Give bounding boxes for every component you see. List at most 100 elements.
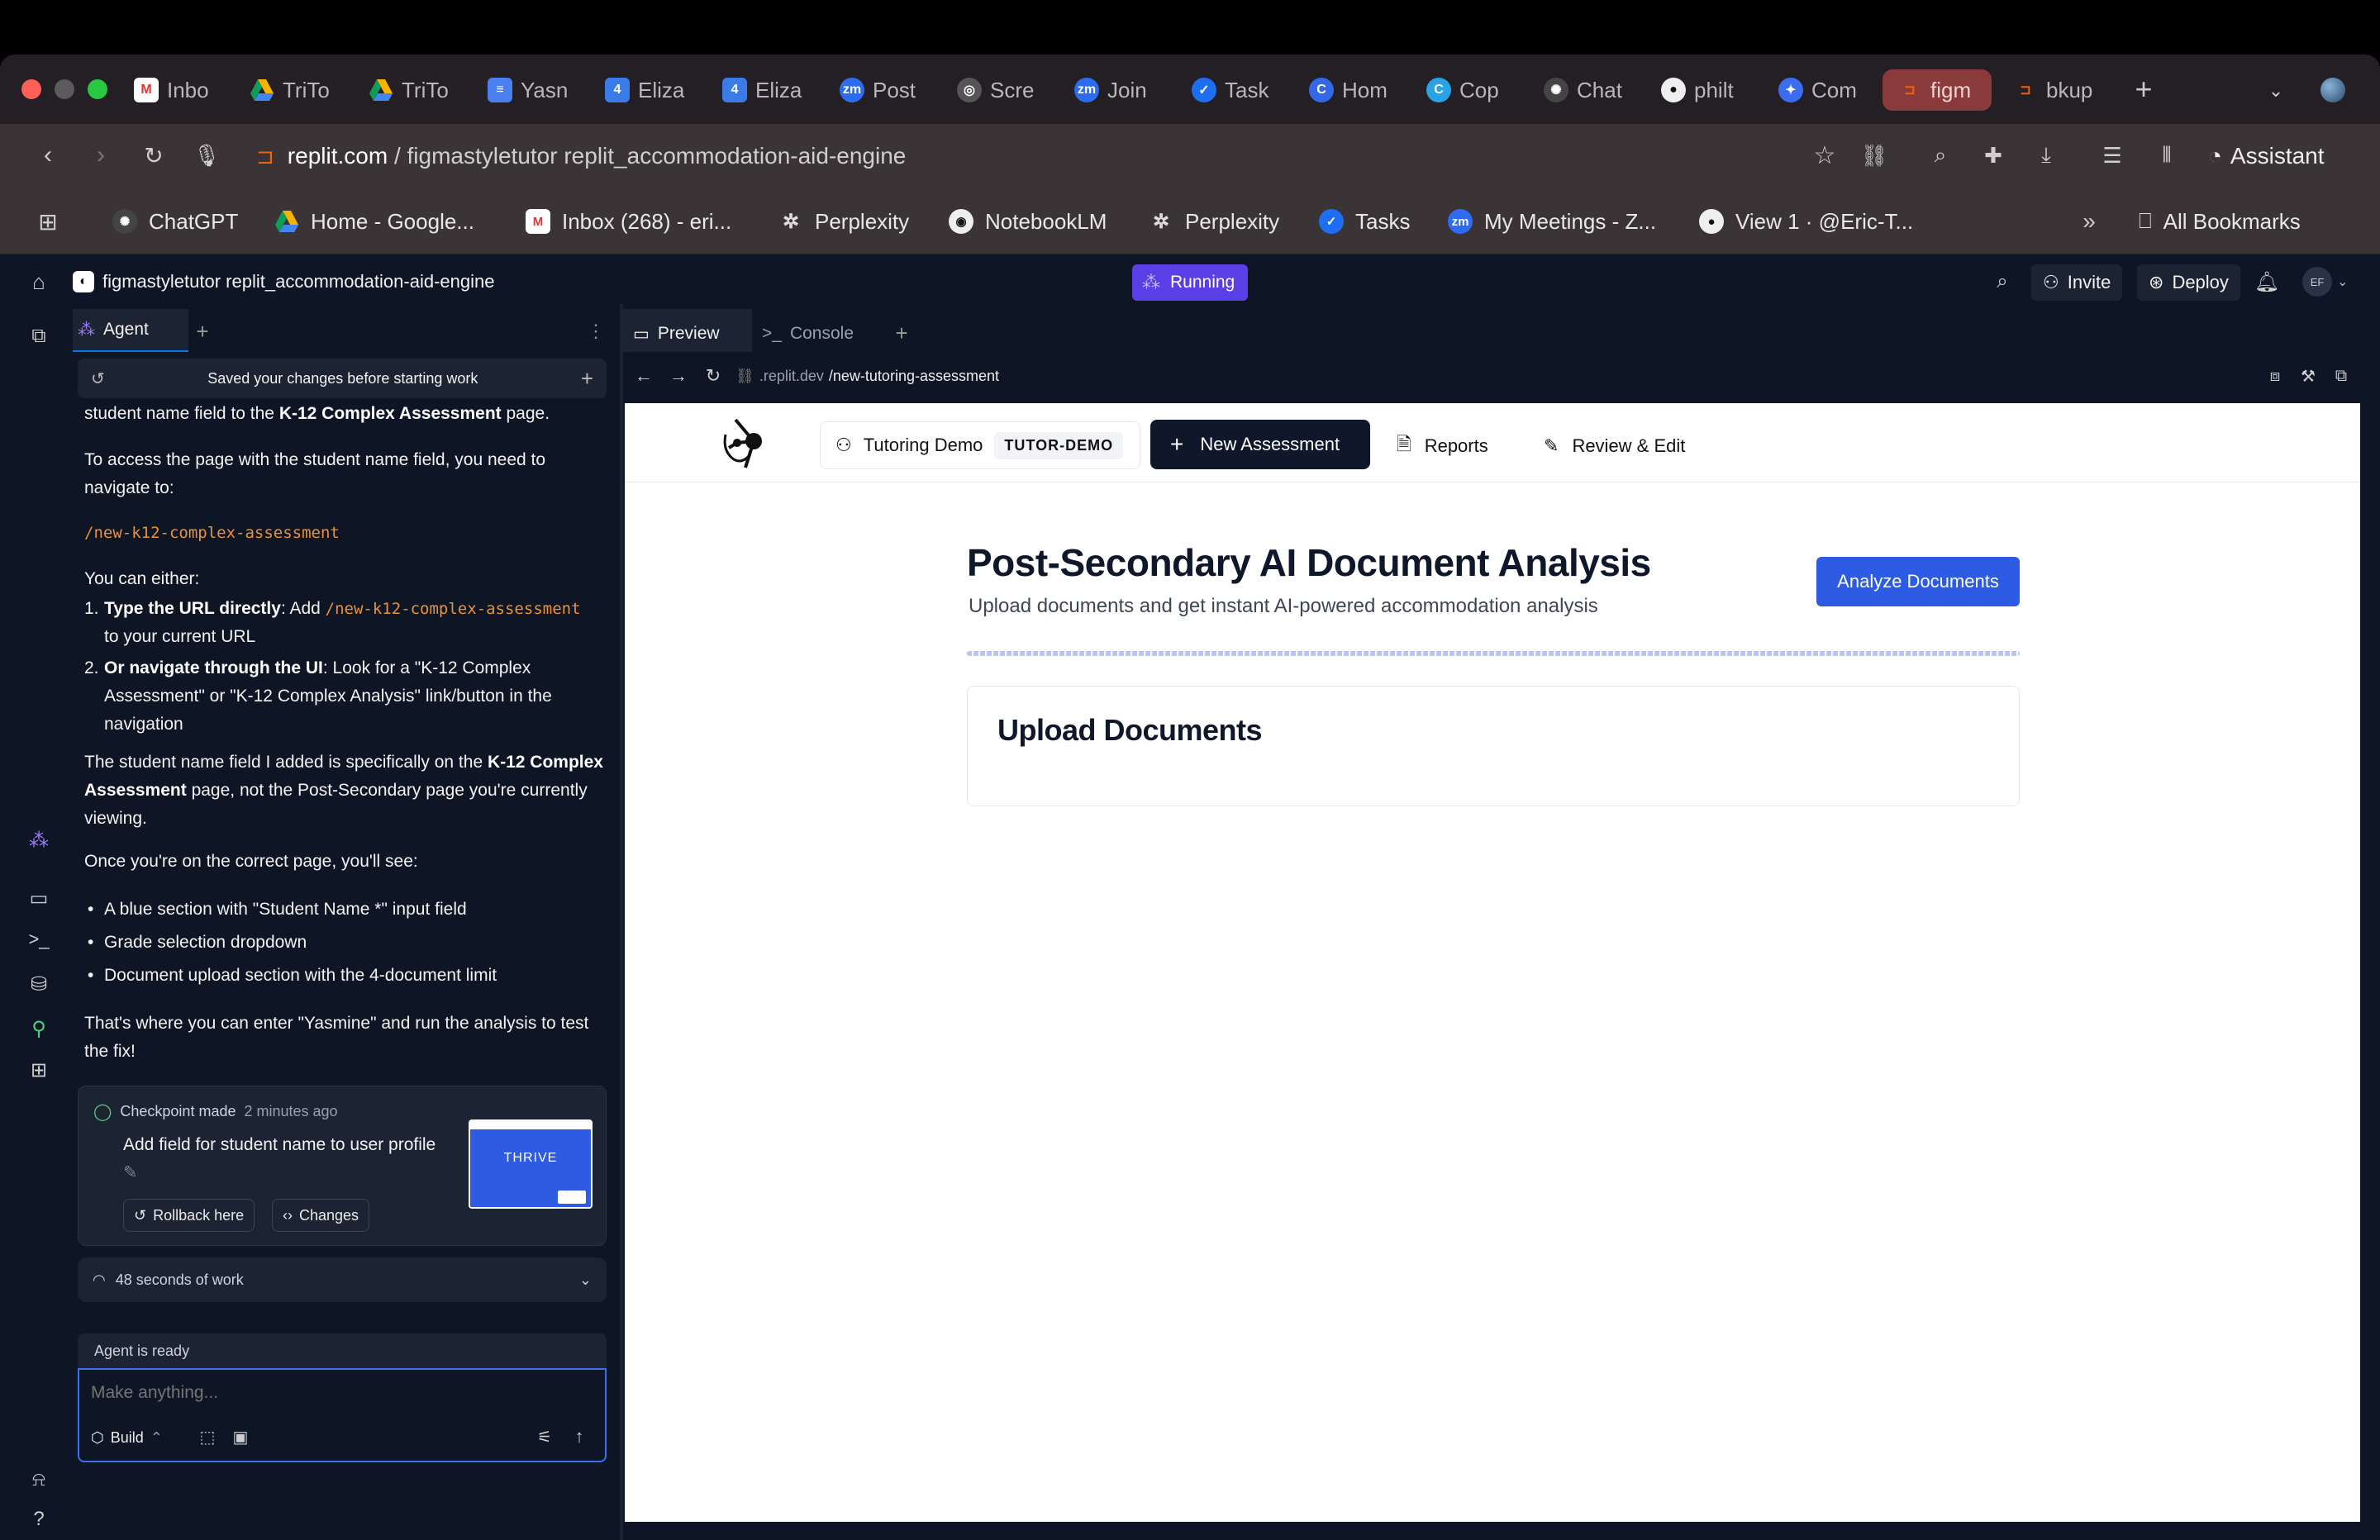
agent-input-box[interactable]: ⬡Build⌃ ⬚ ▣ ⚟ ↑ [78,1368,607,1462]
bookmark-item[interactable]: ✲ Perplexity [1149,205,1279,238]
agent-icon[interactable]: ⁂ [25,826,53,854]
invite-button[interactable]: ⚇ Invite [2031,264,2123,301]
send-arrow-icon[interactable]: ↑ [567,1424,592,1449]
preview-icon[interactable]: ▭ [25,884,53,912]
bookmark-item[interactable]: ✓ Tasks [1319,205,1410,238]
open-new-window-icon[interactable]: ⧉ [2329,364,2354,388]
close-window-button[interactable] [21,79,41,99]
check-circle-icon: ◯ [93,1103,112,1121]
bookmark-item[interactable]: Home - Google... [274,205,474,238]
analyze-documents-button[interactable]: Analyze Documents [1816,557,2020,606]
build-mode-selector[interactable]: ⬡ Build ⌃ [91,1423,163,1452]
database-icon[interactable]: ⛁ [25,970,53,998]
home-icon[interactable]: ⌂ [25,268,53,296]
browser-tab[interactable]: ● philt [1661,69,1754,111]
reading-list-icon[interactable]: ☰ [2097,140,2127,170]
bookmark-item[interactable]: M Inbox (268) - eri... [526,205,731,238]
back-icon[interactable]: ‹ [33,140,63,170]
add-tab-button[interactable]: + [888,319,916,347]
user-menu[interactable]: EF ⌄ [2302,266,2352,297]
checkpoint-thumbnail[interactable]: THRIVE [469,1119,593,1209]
browser-tab[interactable]: 4 Eliza [605,69,693,111]
edit-pencil-icon[interactable]: ✎ [123,1163,138,1182]
bookmark-item[interactable]: zm My Meetings - Z... [1448,205,1656,238]
chat-paragraph: You can either: [84,569,200,588]
select-element-icon[interactable]: ⬚ [195,1424,220,1449]
preview-forward-icon[interactable]: → [666,364,691,388]
files-icon[interactable]: ⧉ [25,322,53,350]
browser-tab[interactable]: TriTo [369,69,458,111]
bookmark-star-icon[interactable]: ☆ [1810,140,1840,170]
forward-icon[interactable]: › [86,140,116,170]
add-tab-button[interactable]: + [188,317,217,345]
reload-icon[interactable]: ↻ [139,140,169,170]
alerts-icon[interactable]: ⍾ [25,1466,53,1494]
rollback-button[interactable]: ↺ Rollback here [123,1199,255,1232]
pane-divider[interactable] [620,304,623,1540]
preview-reload-icon[interactable]: ↻ [701,364,726,388]
browser-tab[interactable]: TriTo [250,69,339,111]
changes-button[interactable]: ‹› Changes [272,1199,370,1232]
nav-reports[interactable]: 🗎 Reports [1397,421,1488,471]
lens-icon[interactable]: ⌕ [1925,140,1955,170]
browser-tab[interactable]: 4 Eliza [722,69,810,111]
browser-tab[interactable]: zm Join [1074,69,1167,111]
agent-prompt-input[interactable] [91,1376,587,1409]
deploy-button[interactable]: ⊛ Deploy [2137,264,2240,301]
tab-agent[interactable]: ⁂ Agent [73,309,188,352]
audio-icon[interactable]: ⦀ [2152,140,2182,170]
shell-icon[interactable]: >_ [25,925,53,953]
org-selector[interactable]: ⚇ Tutoring Demo TUTOR-DEMO [820,421,1140,469]
more-options-icon[interactable]: ⋮ [583,317,608,345]
url-field[interactable]: ⊐ replit.com / figmastyletutor replit_ac… [256,139,1413,173]
browser-tab[interactable]: ≡ Yasn [488,69,575,111]
bookmark-item[interactable]: ✺ ChatGPT [112,205,238,238]
apps-grid-icon[interactable]: ⊞ [33,207,63,236]
more-bookmarks-icon[interactable]: » [2074,207,2104,236]
help-icon[interactable]: ? [25,1505,53,1533]
tab-search-chevron-icon[interactable]: ⌄ [2261,76,2291,106]
bookmark-item[interactable]: ● View 1 · @Eric-T... [1699,205,1913,238]
app-logo[interactable] [717,410,783,476]
assistant-button[interactable]: ◔ Assistant [2208,139,2325,173]
expand-icon[interactable]: + [581,366,593,392]
browser-tab[interactable]: M Inbo [134,69,217,111]
browser-tab[interactable]: zm Post [840,69,931,111]
all-bookmarks-button[interactable]: ⎕ All Bookmarks [2139,205,2301,238]
microphone-icon[interactable]: 🎙 [192,140,221,170]
secrets-icon[interactable]: ⚲ [25,1015,53,1043]
all-tools-icon[interactable]: ⊞ [25,1056,53,1084]
browser-tab-active[interactable]: ⊐ figm [1883,69,1992,111]
work-summary[interactable]: ◠ 48 seconds of work ⌄ [78,1257,607,1302]
preview-url-field[interactable]: ⛓ .replit.dev/new-tutoring-assessment [735,364,2206,388]
run-status-button[interactable]: ⁂ Running [1132,264,1248,301]
settings-sliders-icon[interactable]: ⚟ [532,1424,557,1449]
browser-tab[interactable]: C Hom [1309,69,1402,111]
image-upload-icon[interactable]: ▣ [228,1424,253,1449]
browser-tab[interactable]: ◎ Scre [957,69,1050,111]
browser-tab[interactable]: ✺ Chat [1544,69,1636,111]
bookmark-item[interactable]: ◉ NotebookLM [949,205,1107,238]
download-icon[interactable]: ⤓ [2031,140,2061,170]
new-assessment-button[interactable]: + New Assessment [1150,420,1370,469]
browser-tab[interactable]: ✓ Task [1192,69,1284,111]
nav-review-edit[interactable]: ✎ Review & Edit [1544,421,1685,471]
zoom-window-button[interactable] [88,79,107,99]
new-tab-button[interactable]: + [2125,71,2162,107]
notification-bell-icon[interactable]: 🔔︎ [2253,268,2281,296]
browser-tab[interactable]: ⊐ bkup [2013,69,2112,111]
project-title[interactable]: ◐ figmastyletutor replit_accommodation-a… [73,268,494,296]
link-icon[interactable]: ⛓ [1859,140,1889,170]
bookmark-item[interactable]: ✲ Perplexity [778,205,909,238]
extensions-icon[interactable]: ✚ [1978,140,2008,170]
minimize-window-button[interactable] [55,79,74,99]
browser-tab[interactable]: C Cop [1426,69,1519,111]
assistant-icon: ◔ [2208,143,2222,169]
devices-icon[interactable]: ⧈ [2263,364,2287,388]
browser-tab[interactable]: ✦ Com [1778,69,1871,111]
profile-avatar[interactable] [2320,78,2345,102]
preview-back-icon[interactable]: ← [631,364,656,388]
search-icon[interactable]: ⌕ [1988,268,2016,296]
tab-console[interactable]: >_ Console [762,317,854,350]
devtools-wrench-icon[interactable]: ⚒ [2296,364,2320,388]
